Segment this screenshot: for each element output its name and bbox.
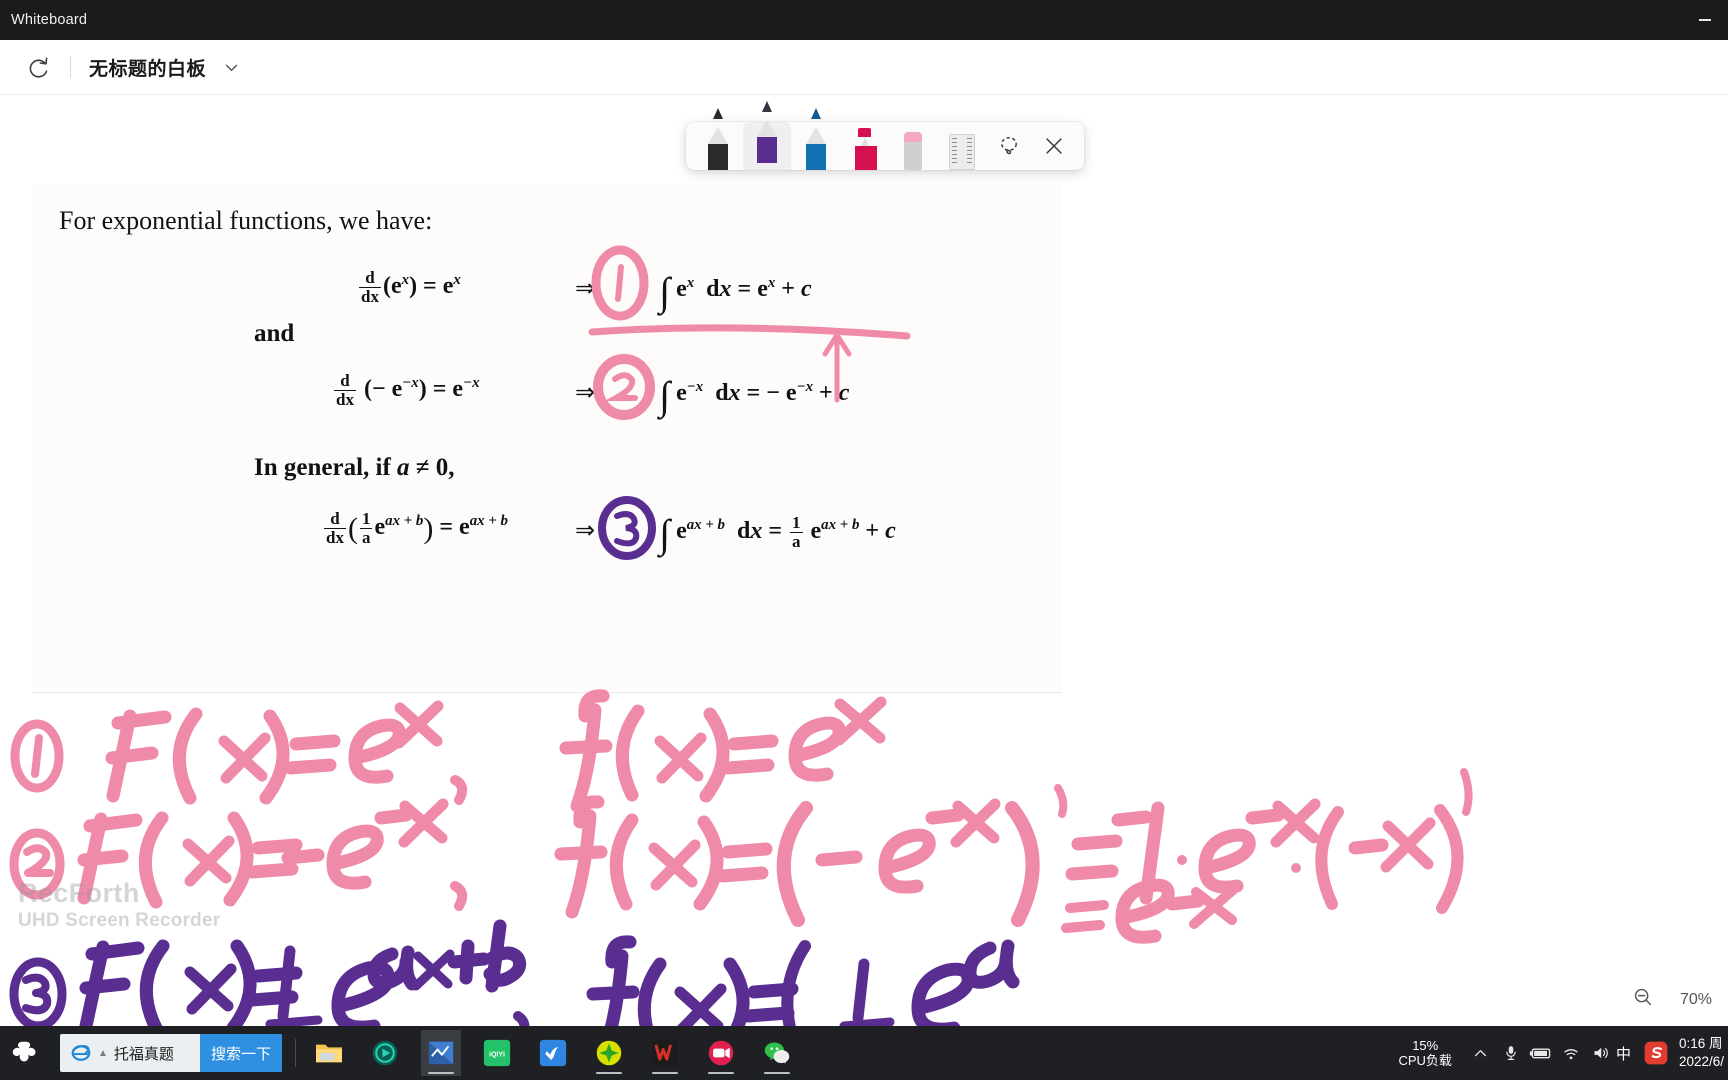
taskbar-search-box[interactable]: ▲ 托福真题 搜索一下 <box>60 1034 282 1072</box>
board-title-dropdown[interactable] <box>220 56 242 78</box>
svg-text:iQIYI: iQIYI <box>489 1052 505 1059</box>
chevron-up-icon <box>1475 1049 1487 1056</box>
cpu-usage-indicator[interactable]: 15% CPU负载 <box>1398 1038 1451 1069</box>
zoom-out-icon <box>1634 988 1652 1006</box>
taskbar-item-sparkle[interactable] <box>589 1030 629 1076</box>
minimize-button[interactable] <box>1682 0 1728 40</box>
media-player-icon <box>372 1040 398 1066</box>
taskbar-item-media-player[interactable] <box>365 1030 405 1076</box>
zoom-control: 70% <box>1632 986 1712 1013</box>
whiteboard-header: 无标题的白板 <box>0 40 1728 95</box>
iqiyi-icon: iQIYI <box>483 1039 511 1067</box>
whiteboard-canvas[interactable]: For exponential functions, we have: d dx(… <box>0 96 1728 1026</box>
start-button[interactable] <box>0 1026 52 1080</box>
app-title: Whiteboard <box>11 12 88 28</box>
taskbar-item-screen-recorder[interactable] <box>701 1030 741 1076</box>
start-icon <box>12 1041 36 1062</box>
search-submit-button[interactable]: 搜索一下 <box>199 1034 282 1072</box>
board-title[interactable]: 无标题的白板 <box>89 54 206 81</box>
taskbar-item-wechat[interactable] <box>757 1030 797 1076</box>
running-indicator <box>428 1071 454 1074</box>
screen-recorder-icon <box>708 1040 734 1066</box>
cpu-label: CPU负载 <box>1398 1053 1452 1068</box>
taskbar-item-whiteboard[interactable] <box>421 1030 461 1076</box>
search-dropdown-caret[interactable]: ▲ <box>98 1048 108 1059</box>
minimize-icon <box>1699 19 1711 21</box>
wechat-icon <box>764 1042 790 1064</box>
taskbar-item-wps-office[interactable] <box>645 1030 685 1076</box>
taskbar-app-list: iQIYI <box>309 1030 797 1076</box>
zoom-level[interactable]: 70% <box>1680 991 1712 1009</box>
chevron-down-icon <box>225 64 237 71</box>
ime-indicator[interactable]: 中 <box>1616 1043 1631 1064</box>
sparkle-icon <box>596 1040 622 1066</box>
zoom-out-button[interactable] <box>1632 986 1654 1013</box>
internet-explorer-icon <box>70 1042 92 1064</box>
wps-office-icon <box>651 1039 679 1067</box>
taskbar-divider <box>295 1039 296 1067</box>
sogou-icon <box>1644 1041 1668 1065</box>
volume-icon <box>1594 1047 1609 1059</box>
handwriting-layer <box>9 689 1473 1026</box>
microphone-icon <box>1506 1046 1516 1060</box>
volume-button[interactable] <box>1586 1044 1616 1062</box>
system-tray: 15% CPU负载 中 0:16 周 2022/6/ <box>1398 1035 1728 1070</box>
clock-time: 0:16 周 <box>1678 1036 1723 1052</box>
taskbar-item-bluebird[interactable] <box>533 1030 573 1076</box>
running-indicator <box>652 1071 678 1074</box>
running-indicator <box>596 1071 622 1074</box>
sogou-ime-button[interactable] <box>1641 1040 1671 1066</box>
redo-button[interactable] <box>22 50 56 84</box>
clock[interactable]: 0:16 周 2022/6/ <box>1679 1035 1724 1070</box>
running-indicator <box>764 1071 790 1074</box>
microphone-button[interactable] <box>1496 1044 1526 1062</box>
taskbar: ▲ 托福真题 搜索一下 iQIYI 15% CPU负载 中 0:16 周 202… <box>0 1026 1728 1080</box>
battery-icon <box>1529 1048 1551 1059</box>
running-indicator <box>708 1071 734 1074</box>
wifi-icon <box>1564 1049 1578 1060</box>
wifi-button[interactable] <box>1556 1044 1586 1062</box>
tray-expand-button[interactable] <box>1466 1045 1496 1062</box>
bluebird-icon <box>539 1039 567 1067</box>
taskbar-item-file-explorer[interactable] <box>309 1030 349 1076</box>
whiteboard-icon <box>428 1041 454 1065</box>
clock-date: 2022/6/ <box>1678 1054 1724 1069</box>
battery-button[interactable] <box>1526 1044 1556 1062</box>
window-controls <box>1682 0 1728 40</box>
taskbar-item-iqiyi[interactable]: iQIYI <box>477 1030 517 1076</box>
window-title-bar: Whiteboard <box>0 0 1728 40</box>
redo-icon <box>29 57 48 78</box>
header-divider <box>70 56 71 78</box>
search-input[interactable]: 托福真题 <box>114 1043 200 1064</box>
folder-icon <box>316 1044 342 1063</box>
cpu-percent: 15% <box>1412 1037 1439 1053</box>
